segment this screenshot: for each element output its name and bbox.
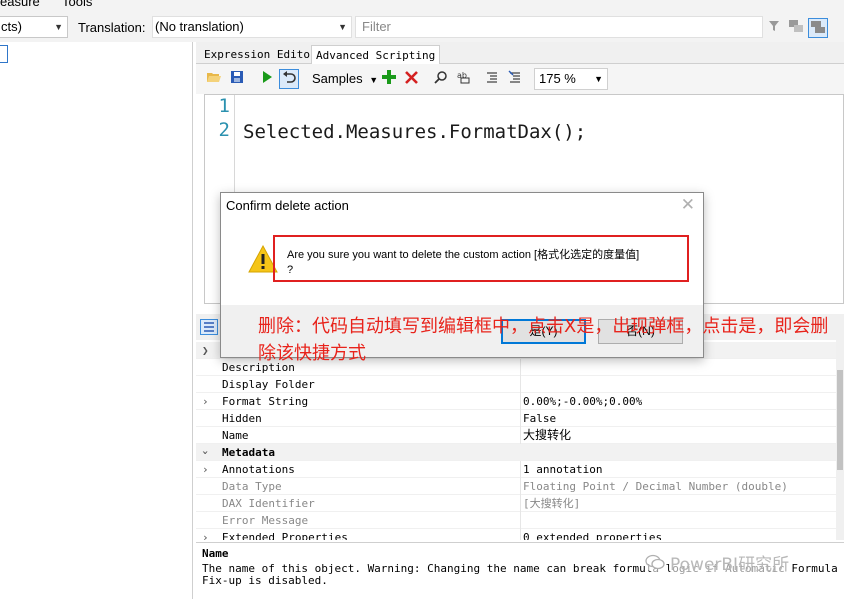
property-value <box>520 512 836 529</box>
property-row[interactable]: Hidden False <box>196 410 836 427</box>
samples-label: Samples <box>312 71 363 86</box>
property-value[interactable]: 1 annotation <box>520 461 836 478</box>
chevron-down-icon: ▼ <box>594 74 603 84</box>
dialog-message: Are you sure you want to delete the cust… <box>287 248 687 278</box>
menu-item-measure[interactable]: easure <box>0 0 40 9</box>
find-icon[interactable] <box>431 69 451 89</box>
perspective-value: cts) <box>1 19 22 34</box>
property-value: Floating Point / Decimal Number (double) <box>520 478 836 495</box>
property-name: Data Type <box>222 480 282 493</box>
top-toolbar: cts) ▼ Translation: (No translation) ▼ F… <box>0 12 844 42</box>
chevron-right-icon[interactable]: › <box>202 461 209 478</box>
line-number: 2 <box>218 119 230 141</box>
property-grid[interactable]: ❯ Description Display Folder › Format St… <box>196 340 844 540</box>
dialog-message-line2: ? <box>287 264 294 276</box>
property-row[interactable]: › Annotations 1 annotation <box>196 461 836 478</box>
tab-expression-editor[interactable]: Expression Editor <box>200 45 321 64</box>
property-name: Error Message <box>222 514 309 527</box>
chevron-right-icon[interactable]: › <box>202 529 209 540</box>
uncomment-icon[interactable] <box>505 69 525 89</box>
menu-bar: easure Tools <box>0 0 844 12</box>
property-value[interactable]: 0.00%;-0.00%;0.00% <box>520 393 836 410</box>
dialog-message-line1: Are you sure you want to delete the cust… <box>287 249 640 261</box>
tab-advanced-scripting[interactable]: Advanced Scripting <box>311 45 441 64</box>
view-toggle-icon[interactable] <box>786 18 806 38</box>
dialog-title: Confirm delete action <box>226 198 349 213</box>
chevron-right-icon[interactable]: › <box>202 393 209 410</box>
property-value[interactable]: False <box>520 410 836 427</box>
watermark-text: PowerBI研究所 <box>670 550 790 575</box>
property-value[interactable]: 大搜转化 <box>520 427 836 444</box>
filter-input[interactable]: Filter <box>355 16 763 38</box>
property-row[interactable]: Display Folder <box>196 376 836 393</box>
property-row[interactable]: › Format String 0.00%;-0.00%;0.00% <box>196 393 836 410</box>
property-value[interactable]: 0 extended properties <box>520 529 836 540</box>
run-icon[interactable] <box>257 69 277 89</box>
chevron-down-icon[interactable]: › <box>197 449 214 456</box>
undo-icon[interactable] <box>279 69 299 89</box>
filter-icon[interactable] <box>764 18 784 38</box>
comment-icon[interactable] <box>482 69 502 89</box>
close-icon[interactable]: ✕ <box>681 195 695 215</box>
property-value: [大搜转化] <box>520 495 836 512</box>
open-file-icon[interactable] <box>204 69 224 89</box>
chevron-down-icon[interactable]: ❯ <box>202 342 209 359</box>
model-tree-panel[interactable] <box>0 42 193 599</box>
chevron-down-icon: ▼ <box>338 22 347 32</box>
menu-item-tools[interactable]: Tools <box>62 0 92 9</box>
chevron-down-icon: ▼ <box>369 75 379 85</box>
property-name: DAX Identifier <box>222 497 315 510</box>
zoom-dropdown[interactable]: 175 % ▼ <box>534 68 608 90</box>
samples-dropdown[interactable]: Samples ▼ <box>312 69 378 89</box>
property-value[interactable] <box>520 376 836 393</box>
property-category-name: Metadata <box>222 446 275 459</box>
annotation-text: 删除：代码自动填写到编辑框中，点击X是，出现弹框，点击是，即会删除该快捷方式 <box>258 316 829 364</box>
wechat-icon <box>644 552 666 572</box>
categorized-view-icon[interactable] <box>200 319 218 335</box>
delete-icon[interactable] <box>401 69 421 89</box>
property-name: Format String <box>222 395 309 408</box>
code-line[interactable]: Selected.Measures.FormatDax(); <box>243 121 586 143</box>
zoom-value: 175 % <box>539 71 576 86</box>
property-name: Name <box>222 429 249 442</box>
property-name: Annotations <box>222 463 295 476</box>
property-row[interactable]: Data Type Floating Point / Decimal Numbe… <box>196 478 836 495</box>
property-row[interactable]: Name 大搜转化 <box>196 427 836 444</box>
property-grid-scrollbar[interactable] <box>836 340 844 540</box>
translation-dropdown[interactable]: (No translation) ▼ <box>152 16 352 38</box>
svg-text:ab: ab <box>457 71 467 80</box>
property-row[interactable]: Error Message <box>196 512 836 529</box>
chevron-down-icon: ▼ <box>54 22 63 32</box>
property-category-row[interactable]: › Metadata <box>196 444 836 461</box>
perspective-dropdown[interactable]: cts) ▼ <box>0 16 68 38</box>
display-mode-icon[interactable] <box>808 18 828 38</box>
editor-tabs: Expression Editor Advanced Scripting <box>196 42 844 64</box>
scrollbar-thumb[interactable] <box>837 370 843 470</box>
tree-selection-indicator <box>0 45 8 63</box>
property-row[interactable]: › Extended Properties 0 extended propert… <box>196 529 836 540</box>
script-toolbar: Samples ▼ ab 175 % ▼ <box>196 64 844 94</box>
translation-label: Translation: <box>78 20 146 35</box>
property-name: Hidden <box>222 412 262 425</box>
line-number: 1 <box>218 95 230 117</box>
translation-value: (No translation) <box>155 19 244 34</box>
replace-icon[interactable]: ab <box>453 69 473 89</box>
save-icon[interactable] <box>227 69 247 89</box>
property-name: Extended Properties <box>222 531 348 540</box>
add-icon[interactable] <box>379 69 399 89</box>
property-row[interactable]: DAX Identifier [大搜转化] <box>196 495 836 512</box>
property-name: Display Folder <box>222 378 315 391</box>
